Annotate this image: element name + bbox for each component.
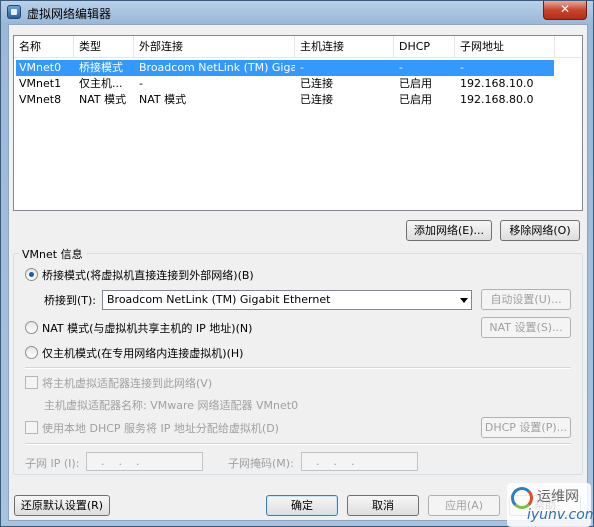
add-network-button[interactable]: 添加网络(E)... [406,220,492,241]
cell-type: 仅主机... [79,77,123,90]
cell-type: 桥接模式 [79,61,123,74]
use-dhcp-label[interactable]: 使用本地 DHCP 服务将 IP 地址分配给虚拟机(D) [42,420,279,436]
column-header-type[interactable]: 类型 [74,36,134,58]
cell-name: VMnet1 [19,77,62,90]
network-list[interactable]: 名称 类型 外部连接 主机连接 DHCP 子网地址 VMnet0 桥接模式 Br… [13,35,583,211]
cancel-button[interactable]: 取消 [347,495,419,516]
cell-external: NAT 模式 [139,93,187,106]
cell-name: VMnet8 [19,93,62,106]
cell-name: VMnet0 [19,61,62,74]
cell-dhcp: 已启用 [399,93,432,106]
restore-defaults-button[interactable]: 还原默认设置(R) [14,495,110,516]
watermark-logo-icon [511,487,533,509]
app-icon [7,5,21,19]
title-bar[interactable]: 虚拟网络编辑器 ✕ [1,1,593,23]
cell-host: 已连接 [300,93,333,106]
cell-subnet: 192.168.80.0 [460,93,534,106]
vmnet-info-label: VMnet 信息 [19,246,86,262]
cell-dhcp: - [399,61,403,74]
nat-mode-label[interactable]: NAT 模式(与虚拟机共享主机的 IP 地址)(N) [42,320,252,336]
subnet-ip-label: 子网 IP (I): [25,457,80,470]
cell-external: Broadcom NetLink (TM) Giga... [139,61,295,74]
separator [25,367,571,369]
column-header-external[interactable]: 外部连接 [134,36,295,58]
list-row-vmnet0[interactable]: VMnet0 桥接模式 Broadcom NetLink (TM) Giga..… [14,60,582,76]
virtual-network-editor-window: 虚拟网络编辑器 ✕ 名称 类型 外部连接 主机连接 DHCP 子网地址 VMne… [0,0,594,527]
remove-network-button[interactable]: 移除网络(O) [500,220,580,241]
connect-adapter-checkbox[interactable] [25,376,38,389]
list-row-vmnet8[interactable]: VMnet8 NAT 模式 NAT 模式 已连接 已启用 192.168.80.… [14,92,582,108]
dialog-body: 名称 类型 外部连接 主机连接 DHCP 子网地址 VMnet0 桥接模式 Br… [8,24,588,521]
list-row-vmnet1[interactable]: VMnet1 仅主机... - 已连接 已启用 192.168.10.0 [14,76,582,92]
column-header-subnet[interactable]: 子网地址 [455,36,555,58]
column-header-host[interactable]: 主机连接 [295,36,394,58]
close-button[interactable]: ✕ [543,1,587,20]
bridged-mode-radio[interactable] [25,268,38,281]
list-header: 名称 类型 外部连接 主机连接 DHCP 子网地址 [14,36,582,58]
cell-type: NAT 模式 [79,93,127,106]
use-dhcp-checkbox[interactable] [25,421,38,434]
cell-subnet: - [460,61,464,74]
auto-settings-button[interactable]: 自动设置(U)... [481,289,571,310]
bridged-to-label: 桥接到(T): [44,294,97,307]
cell-dhcp: 已启用 [399,77,432,90]
subnet-mask-input[interactable]: ... [301,452,418,471]
apply-button[interactable]: 应用(A) [428,495,500,516]
column-header-name[interactable]: 名称 [14,36,74,58]
watermark-text-en: iyunv.com [527,507,594,523]
subnet-ip-input[interactable]: ... [86,452,203,471]
column-header-dhcp[interactable]: DHCP [394,36,455,58]
cell-subnet: 192.168.10.0 [460,77,534,90]
bridged-mode-label[interactable]: 桥接模式(将虚拟机直接连接到外部网络)(B) [42,267,254,283]
adapter-name-label: 主机虚拟适配器名称: VMware 网络适配器 VMnet0 [44,399,299,412]
vmnet-info-group [13,253,583,475]
chevron-down-icon [460,298,468,303]
nat-settings-button[interactable]: NAT 设置(S)... [481,317,571,338]
bridged-to-value: Broadcom NetLink (TM) Gigabit Ethernet [107,293,331,306]
window-title: 虚拟网络编辑器 [27,7,112,21]
cell-host: 已连接 [300,77,333,90]
host-only-label[interactable]: 仅主机模式(在专用网络内连接虚拟机)(H) [42,345,243,361]
bridged-to-select[interactable]: Broadcom NetLink (TM) Gigabit Ethernet [102,290,472,310]
cell-host: - [300,61,304,74]
separator [25,443,571,445]
nat-mode-radio[interactable] [25,321,38,334]
watermark-text-cn: 运维网 [537,489,579,505]
cell-external: - [139,77,143,90]
host-only-radio[interactable] [25,346,38,359]
dhcp-settings-button[interactable]: DHCP 设置(P)... [481,417,571,438]
subnet-mask-label: 子网掩码(M): [228,457,294,470]
connect-adapter-label[interactable]: 将主机虚拟适配器连接到此网络(V) [42,375,212,391]
ok-button[interactable]: 确定 [266,495,338,516]
site-watermark: 运维网 iyunv.com [507,483,594,527]
